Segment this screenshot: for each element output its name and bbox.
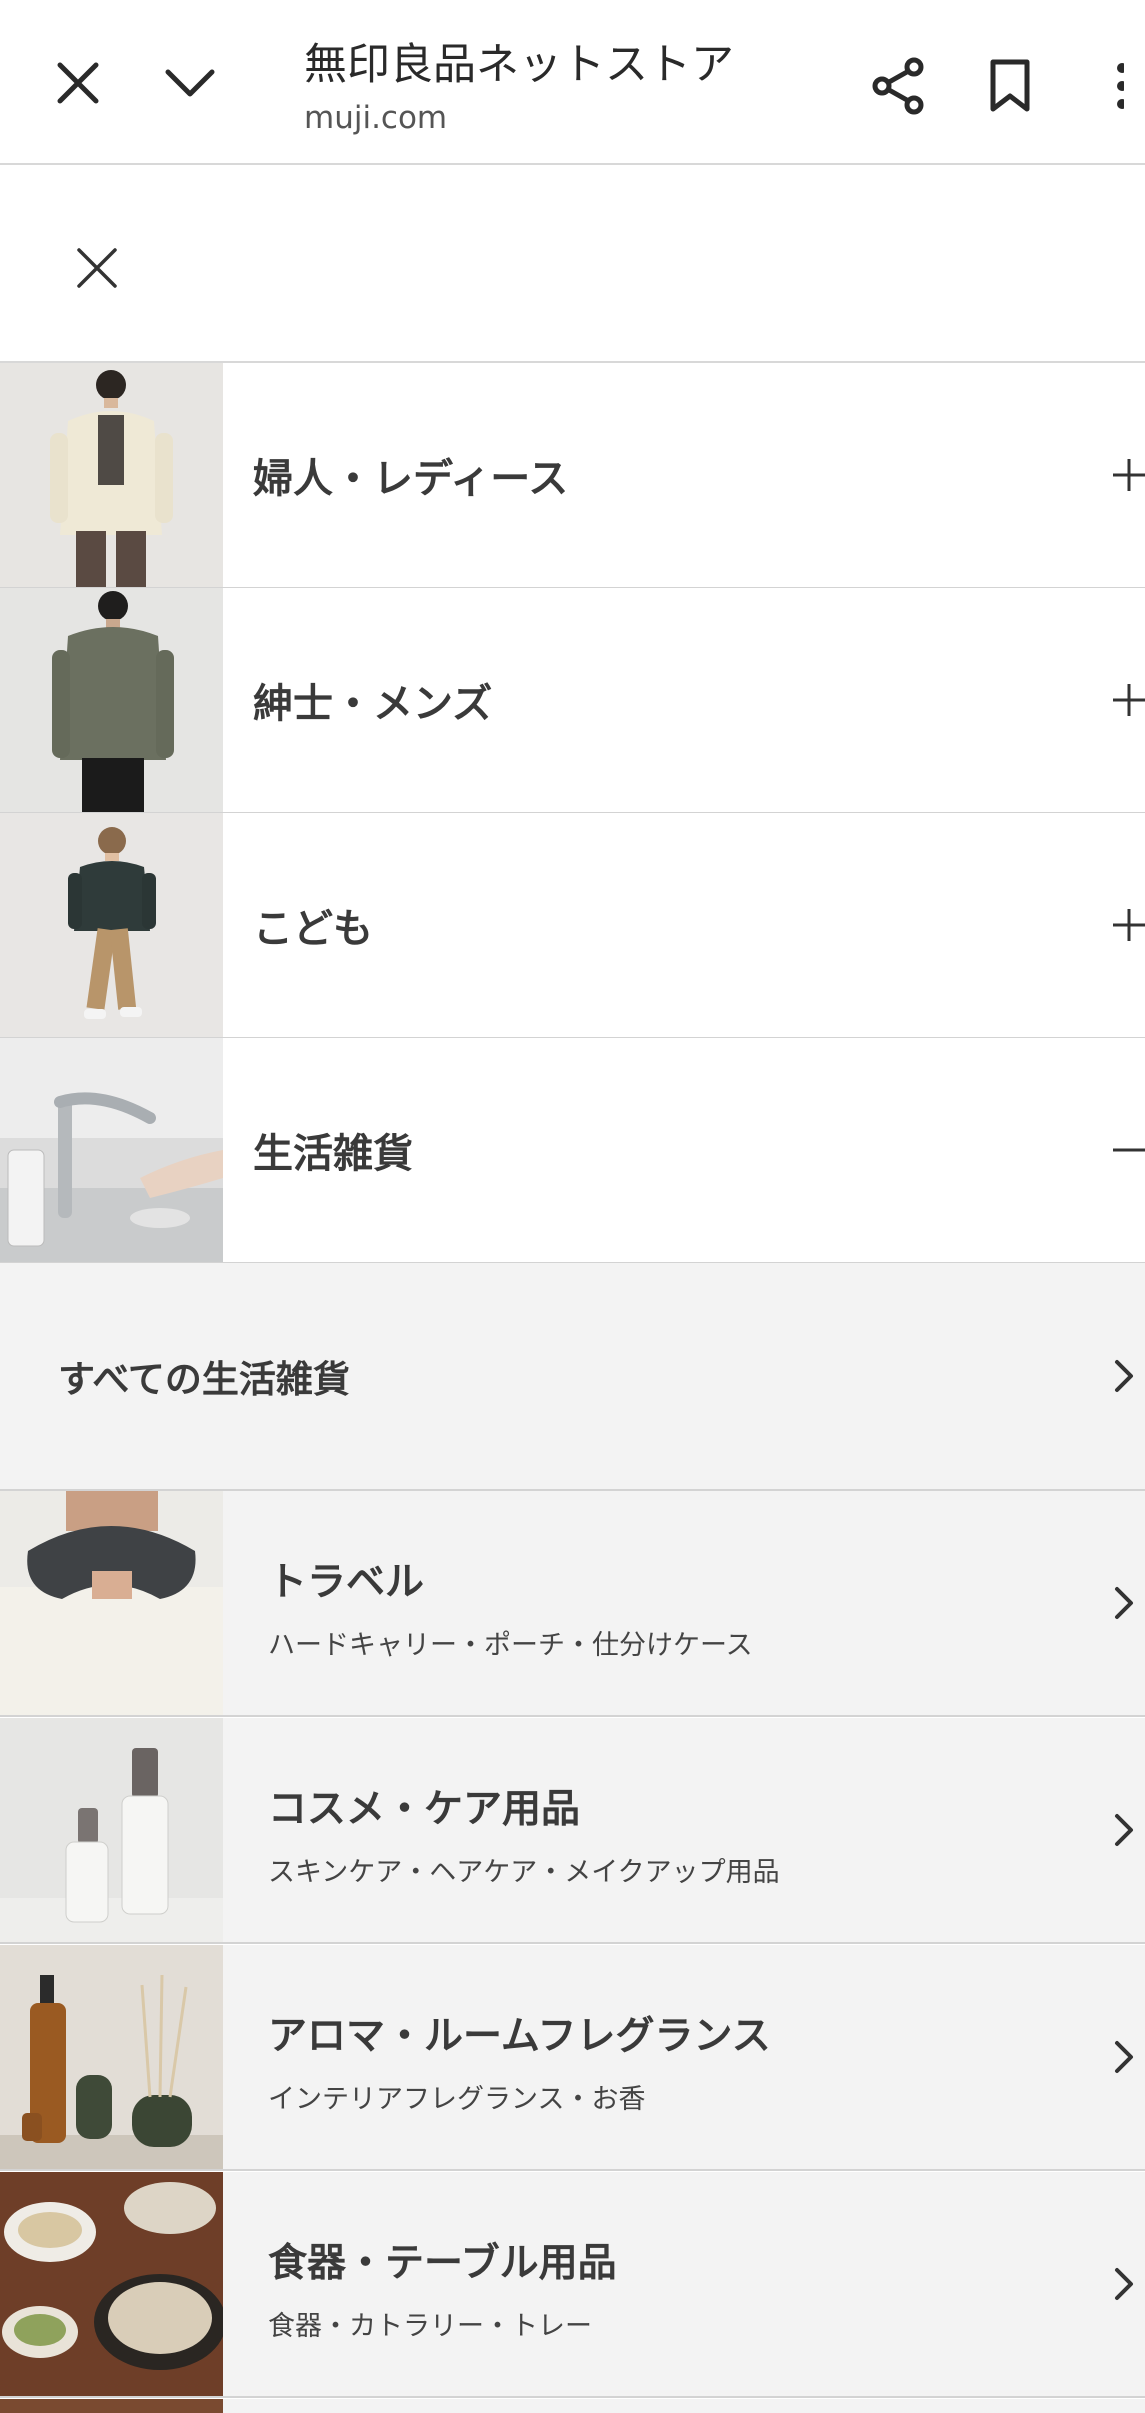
- category-label: 婦人・レディース: [253, 456, 569, 502]
- plus-icon[interactable]: [1105, 813, 1145, 1037]
- page-title: 無印良品ネットストア: [304, 40, 734, 90]
- category-label: こども: [253, 906, 373, 952]
- chevron-down-icon[interactable]: [152, 42, 228, 124]
- chevron-right-icon: [1102, 2172, 1145, 2396]
- more-vert-icon[interactable]: [1100, 48, 1145, 124]
- subcategory-description: インテリアフレグランス・お香: [268, 2084, 646, 2115]
- subcategory-image-aroma: [0, 1945, 223, 2169]
- close-icon[interactable]: [40, 42, 116, 124]
- plus-icon[interactable]: [1105, 588, 1145, 812]
- bookmark-icon[interactable]: [972, 48, 1048, 124]
- all-household-link[interactable]: すべての生活雑貨: [0, 1263, 1145, 1491]
- chevron-right-icon: [1102, 1718, 1145, 1942]
- category-image-ladies: [0, 363, 223, 587]
- menu-close-icon[interactable]: [64, 235, 130, 301]
- subcategory-description: ハードキャリー・ポーチ・仕分けケース: [268, 1630, 753, 1661]
- chevron-right-icon: [1102, 1491, 1145, 1715]
- subcategory-row-cosmetics[interactable]: コスメ・ケア用品 スキンケア・ヘアケア・メイクアップ用品: [0, 1718, 1145, 1944]
- share-icon[interactable]: [860, 48, 936, 124]
- category-row-household[interactable]: 生活雑貨: [0, 1038, 1145, 1264]
- subcategory-title: アロマ・ルームフレグランス: [268, 2014, 771, 2059]
- subcategory-image-cosmetics: [0, 1718, 223, 1942]
- category-label: 生活雑貨: [253, 1131, 413, 1177]
- subcategory-description: スキンケア・ヘアケア・メイクアップ用品: [268, 1857, 780, 1888]
- next-row-image-partial: [0, 2399, 223, 2413]
- subcategory-image-tableware: [0, 2172, 223, 2396]
- browser-toolbar: 無印良品ネットストア muji.com: [0, 0, 1145, 165]
- subcategory-title: トラベル: [268, 1560, 425, 1605]
- subcategory-row-aroma[interactable]: アロマ・ルームフレグランス インテリアフレグランス・お香: [0, 1945, 1145, 2171]
- category-row-mens[interactable]: 紳士・メンズ: [0, 588, 1145, 814]
- subcategory-row-travel[interactable]: トラベル ハードキャリー・ポーチ・仕分けケース: [0, 1491, 1145, 1717]
- subcategory-row-tableware[interactable]: 食器・テーブル用品 食器・カトラリー・トレー: [0, 2172, 1145, 2398]
- category-image-kids: [0, 813, 223, 1037]
- all-household-label: すべての生活雑貨: [58, 1358, 350, 1401]
- category-image-mens: [0, 588, 223, 812]
- chevron-right-icon: [1102, 1945, 1145, 2169]
- subcategory-image-travel: [0, 1491, 223, 1715]
- subcategory-description: 食器・カトラリー・トレー: [268, 2311, 592, 2342]
- chevron-right-icon: [1102, 1263, 1145, 1489]
- category-image-household: [0, 1038, 223, 1262]
- subcategory-title: 食器・テーブル用品: [268, 2241, 617, 2286]
- category-label: 紳士・メンズ: [253, 681, 493, 727]
- subcategory-title: コスメ・ケア用品: [268, 1787, 581, 1832]
- category-row-kids[interactable]: こども: [0, 813, 1145, 1039]
- minus-icon[interactable]: [1105, 1038, 1145, 1262]
- plus-icon[interactable]: [1105, 363, 1145, 587]
- category-row-ladies[interactable]: 婦人・レディース: [0, 363, 1145, 589]
- next-row-partial: [0, 2399, 1145, 2413]
- menu-header: [0, 165, 1145, 363]
- page-domain: muji.com: [304, 100, 448, 136]
